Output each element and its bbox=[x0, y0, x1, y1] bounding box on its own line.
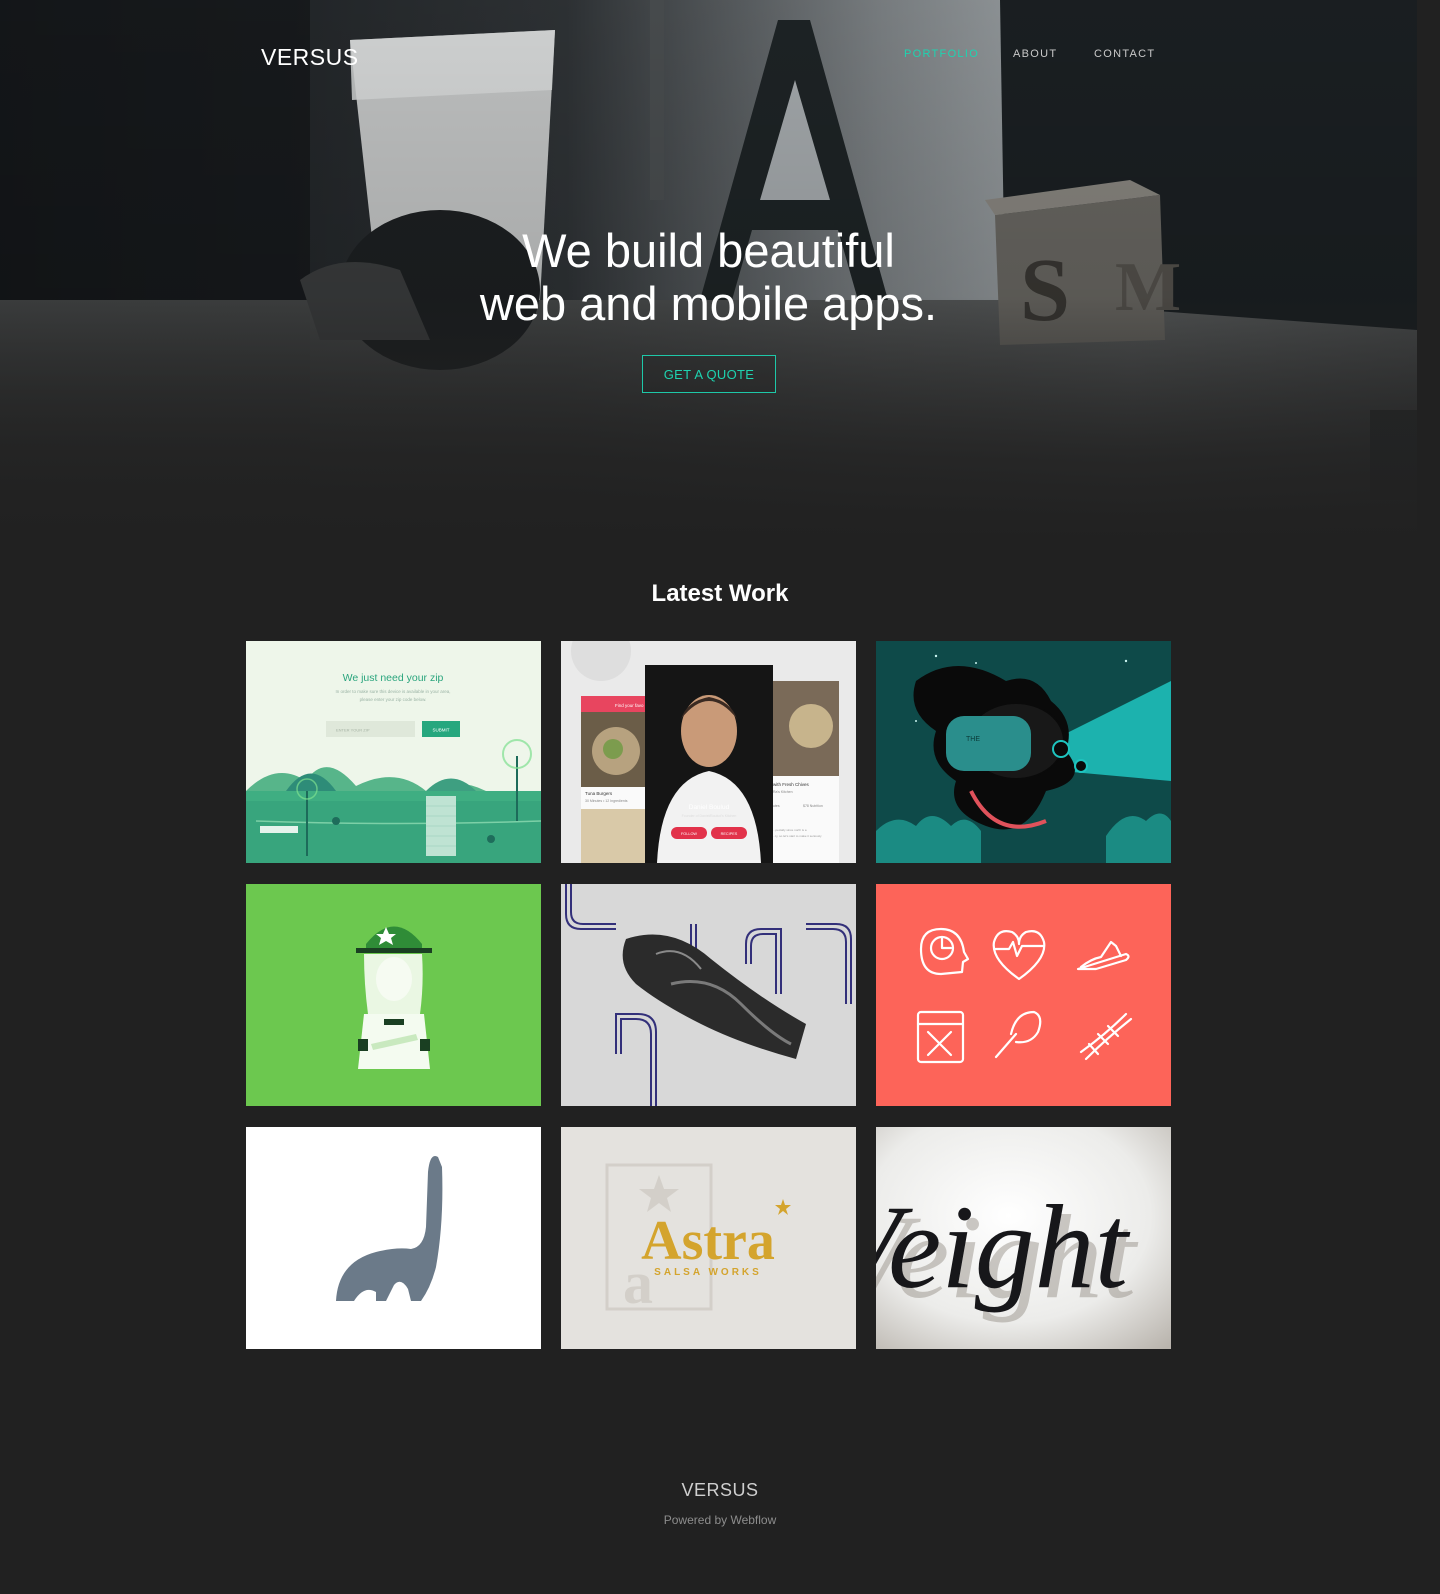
script-lettering-artwork: Veight Veight bbox=[876, 1127, 1171, 1349]
health-icons-artwork bbox=[876, 884, 1171, 1106]
portfolio-tile-chef-app[interactable]: Find your favo Tuna Burgers 30 Minutes •… bbox=[561, 641, 856, 863]
astra-logo-artwork: a Astra SALSA WORKS bbox=[561, 1127, 856, 1349]
handshake-typography-artwork bbox=[561, 884, 856, 1106]
powered-by-webflow-link[interactable]: Powered by Webflow bbox=[0, 1513, 1440, 1527]
chef-left-header: Find your favo bbox=[615, 703, 644, 708]
portfolio-grid: We just need your zip In order to make s… bbox=[246, 641, 1171, 1349]
chef-follow-button: FOLLOW bbox=[681, 832, 697, 836]
get-a-quote-button[interactable]: GET A QUOTE bbox=[642, 355, 776, 393]
footer-brand: VERSUS bbox=[681, 1480, 759, 1500]
chef-right-sub: Ra's Kitchen bbox=[773, 790, 793, 794]
hero-heading: We build beautiful web and mobile apps. bbox=[0, 224, 1417, 330]
brand-logo-link[interactable]: VERSUS bbox=[261, 44, 359, 71]
script-lettering-text: Veight bbox=[876, 1180, 1131, 1313]
chef-right-meta1: utes bbox=[773, 804, 780, 808]
chef-right-text2: ...ly, so let's start to make it serious… bbox=[773, 834, 822, 838]
hero-heading-line1: We build beautiful bbox=[522, 224, 895, 277]
nav-link-about[interactable]: ABOUT bbox=[1013, 48, 1057, 60]
elephant-logo-artwork bbox=[246, 1127, 541, 1349]
hero-heading-line2: web and mobile apps. bbox=[479, 277, 938, 330]
portfolio-tile-baseball-girl[interactable] bbox=[246, 884, 541, 1106]
top-navigation: VERSUS PORTFOLIO ABOUT CONTACT bbox=[0, 0, 1417, 112]
chef-right-text1: ...pecially since north is a bbox=[773, 828, 807, 832]
zip-heading: We just need your zip bbox=[343, 672, 444, 684]
portfolio-tile-octopus-submarine[interactable]: THE bbox=[876, 641, 1171, 863]
hero-section: SM VERSUS PORTFOLIO ABOUT CONTACT We bui… bbox=[0, 0, 1417, 540]
portfolio-tile-handshake-typography[interactable] bbox=[561, 884, 856, 1106]
nav-link-portfolio[interactable]: PORTFOLIO bbox=[904, 48, 979, 60]
portfolio-tile-zip-landing[interactable]: We just need your zip In order to make s… bbox=[246, 641, 541, 863]
baseball-girl-artwork bbox=[246, 884, 541, 1106]
portfolio-tile-health-icons[interactable] bbox=[876, 884, 1171, 1106]
chef-app-artwork: Find your favo Tuna Burgers 30 Minutes •… bbox=[561, 641, 856, 863]
zip-placeholder: ENTER YOUR ZIP bbox=[336, 728, 370, 733]
portfolio-tile-script-lettering[interactable]: Veight Veight bbox=[876, 1127, 1171, 1349]
portfolio-tile-astra-logo[interactable]: a Astra SALSA WORKS bbox=[561, 1127, 856, 1349]
astra-subtitle: SALSA WORKS bbox=[654, 1267, 762, 1278]
chef-left-meta: 30 Minutes • 12 Ingredients bbox=[585, 799, 628, 803]
chef-recipes-button: RECIPES bbox=[721, 832, 738, 836]
zip-description-line2: please enter your zip code below. bbox=[360, 697, 427, 702]
chef-name: Daniel Boulud bbox=[689, 804, 730, 811]
zip-landing-artwork: We just need your zip In order to make s… bbox=[246, 641, 541, 863]
latest-work-heading: Latest Work bbox=[651, 580, 789, 607]
chef-left-caption: Tuna Burgers bbox=[585, 791, 613, 796]
portfolio-tile-elephant-logo[interactable] bbox=[246, 1127, 541, 1349]
zip-submit-label: SUBMIT bbox=[432, 728, 449, 733]
footer: VERSUS Powered by Webflow bbox=[0, 1480, 1440, 1527]
octopus-submarine-artwork: THE bbox=[876, 641, 1171, 863]
nav-link-contact[interactable]: CONTACT bbox=[1094, 48, 1155, 60]
zip-description-line1: In order to make sure this device is ava… bbox=[335, 689, 450, 694]
chef-right-caption: with Fresh Chives bbox=[773, 782, 810, 787]
submarine-hull-text: THE bbox=[966, 736, 980, 743]
chef-right-meta2: $78 Nutrition bbox=[803, 804, 823, 808]
astra-title: Astra bbox=[641, 1210, 775, 1272]
chef-title: Founder of Daniel/Boulud's Kitchen bbox=[682, 814, 737, 818]
